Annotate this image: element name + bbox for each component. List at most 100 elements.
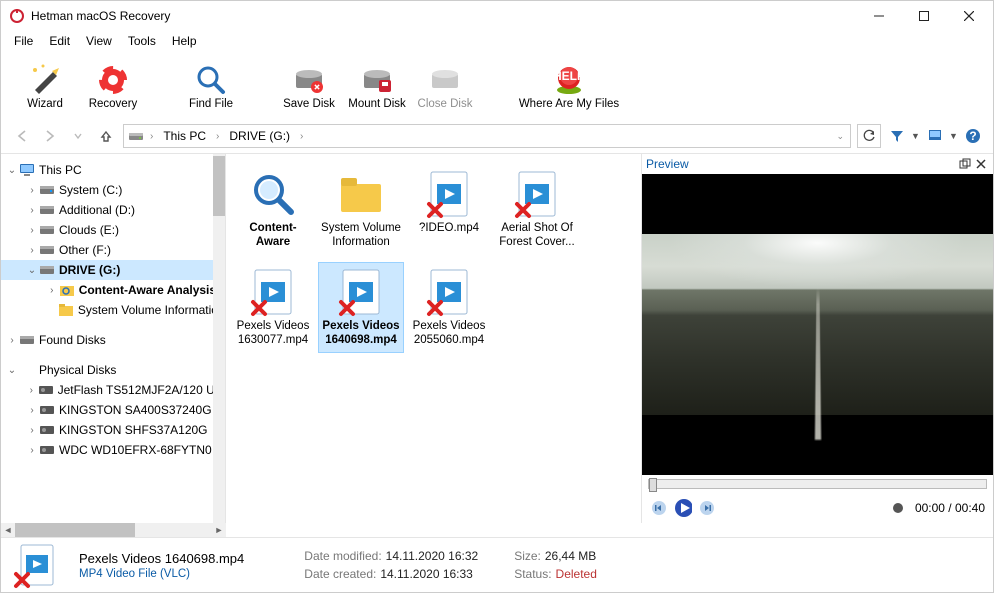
filter-dropdown[interactable]: ▼: [911, 131, 921, 141]
video-preview[interactable]: [642, 174, 993, 475]
tree-other-f[interactable]: › Other (F:): [1, 240, 213, 260]
tool-mount-disk[interactable]: Mount Disk: [343, 57, 411, 117]
tree-physical-disk[interactable]: › WDC WD10EFRX-68FYTN0: [1, 440, 213, 460]
tree-physical-disk[interactable]: › KINGSTON SHFS37A120G: [1, 420, 213, 440]
nav-forward-button[interactable]: [39, 125, 61, 147]
preview-pane: Preview 00:00 / 00:40: [641, 154, 993, 523]
help-button[interactable]: ?: [963, 126, 983, 146]
folder-icon: [58, 302, 74, 318]
file-item-sys-vol[interactable]: System Volume Information: [318, 164, 404, 256]
search-icon: [248, 169, 298, 219]
tree-found-disks[interactable]: › Found Disks: [1, 330, 213, 350]
tree-label: Clouds (E:): [59, 223, 119, 237]
view-tools: ▼ ▼ ?: [887, 126, 983, 146]
menu-edit[interactable]: Edit: [41, 32, 78, 50]
refresh-button[interactable]: [857, 124, 881, 148]
seek-thumb[interactable]: [649, 478, 657, 492]
filter-button[interactable]: [887, 126, 907, 146]
status-file-info: Pexels Videos 1640698.mp4 MP4 Video File…: [79, 551, 244, 580]
breadcrumb-this-pc[interactable]: This PC: [159, 129, 210, 143]
status-key: Date created:: [304, 567, 376, 581]
tree-physical-disk[interactable]: › KINGSTON SA400S37240G: [1, 400, 213, 420]
h-scrollbar-thumb[interactable]: [15, 523, 135, 537]
tree-this-pc[interactable]: ⌄ This PC: [1, 160, 213, 180]
scrollbar-thumb[interactable]: [213, 156, 225, 216]
file-item-video-selected[interactable]: Pexels Videos 1640698.mp4: [318, 262, 404, 353]
file-item-video[interactable]: Aerial Shot Of Forest Cover...: [494, 164, 580, 256]
tool-save-disk[interactable]: Save Disk: [275, 57, 343, 117]
close-preview-icon[interactable]: [973, 156, 989, 172]
record-button[interactable]: [889, 499, 907, 517]
tree-clouds-e[interactable]: › Clouds (E:): [1, 220, 213, 240]
status-file-name: Pexels Videos 1640698.mp4: [79, 551, 244, 566]
file-item-content-aware[interactable]: Content-Aware Analysis: [230, 164, 316, 256]
status-file-type[interactable]: MP4 Video File (VLC): [79, 568, 244, 580]
view-mode-button[interactable]: [925, 126, 945, 146]
content: Content-Aware Analysis System Volume Inf…: [226, 154, 993, 523]
tool-wizard[interactable]: Wizard: [11, 57, 79, 117]
tool-find-file[interactable]: Find File: [177, 57, 245, 117]
menu-file[interactable]: File: [6, 32, 41, 50]
chevron-right-icon: ›: [298, 131, 305, 142]
file-label: System Volume Information: [321, 221, 401, 250]
tree-label: Content-Aware Analysis: [79, 283, 213, 297]
file-item-video[interactable]: Pexels Videos 2055060.mp4: [406, 262, 492, 353]
close-button[interactable]: [946, 1, 991, 31]
sidebar-h-scrollbar[interactable]: ◄ ►: [1, 523, 226, 537]
preview-title: Preview: [646, 157, 957, 171]
next-button[interactable]: [698, 499, 716, 517]
maximize-button[interactable]: [901, 1, 946, 31]
deleted-x-icon: [13, 571, 31, 589]
address-bar[interactable]: › This PC › DRIVE (G:) › ⌄: [123, 124, 851, 148]
close-disk-icon: [429, 64, 461, 96]
tree-additional-d[interactable]: › Additional (D:): [1, 200, 213, 220]
file-item-video[interactable]: Pexels Videos 1630077.mp4: [230, 262, 316, 353]
tree-label: System (C:): [59, 183, 122, 197]
hdd-icon: [38, 382, 54, 398]
tree-label: JetFlash TS512MJF2A/120 USB: [58, 383, 213, 397]
nav-up-button[interactable]: [95, 125, 117, 147]
nav-back-button[interactable]: [11, 125, 33, 147]
popout-icon[interactable]: [957, 156, 973, 172]
recovery-icon: [97, 64, 129, 96]
tree-content-aware[interactable]: › Content-Aware Analysis: [1, 280, 213, 300]
tree-drive-g[interactable]: ⌄ DRIVE (G:): [1, 260, 213, 280]
svg-text:HELP: HELP: [553, 69, 585, 83]
minimize-button[interactable]: [856, 1, 901, 31]
menu-view[interactable]: View: [78, 32, 120, 50]
tree-label: Physical Disks: [39, 363, 116, 377]
prev-button[interactable]: [650, 499, 668, 517]
status-value: 14.11.2020 16:33: [380, 567, 473, 581]
view-mode-dropdown[interactable]: ▼: [949, 131, 959, 141]
deleted-x-icon: [338, 299, 356, 317]
chevron-down-icon[interactable]: ⌄: [834, 131, 846, 142]
breadcrumb-drive[interactable]: DRIVE (G:): [225, 129, 294, 143]
tree-sys-vol[interactable]: › System Volume Information: [1, 300, 213, 320]
hdd-icon: [39, 442, 55, 458]
play-button[interactable]: [674, 499, 692, 517]
folder-icon: [336, 169, 386, 219]
tool-where-are-my-files[interactable]: HELP Where Are My Files: [509, 57, 629, 117]
mount-disk-icon: [361, 64, 393, 96]
sidebar: ⌄ This PC › System (C:) › Additional (D:…: [1, 154, 226, 523]
file-item-video[interactable]: ?IDEO.mp4: [406, 164, 492, 256]
tree-system-c[interactable]: › System (C:): [1, 180, 213, 200]
tree-label: Additional (D:): [59, 203, 135, 217]
sidebar-scrollbar[interactable]: [213, 154, 225, 523]
chevron-right-icon: ›: [148, 131, 155, 142]
tool-recovery[interactable]: Recovery: [79, 57, 147, 117]
status-value: 26,44 MB: [545, 549, 596, 563]
file-grid[interactable]: Content-Aware Analysis System Volume Inf…: [226, 154, 641, 523]
seek-bar[interactable]: [642, 475, 993, 493]
tree-physical-disk[interactable]: › JetFlash TS512MJF2A/120 USB: [1, 380, 213, 400]
deleted-x-icon: [426, 299, 444, 317]
tool-save-disk-label: Save Disk: [283, 98, 335, 110]
video-file-icon: [512, 169, 562, 219]
menu-tools[interactable]: Tools: [120, 32, 164, 50]
menu-help[interactable]: Help: [164, 32, 205, 50]
tool-close-disk-label: Close Disk: [418, 98, 473, 110]
nav-history-dropdown[interactable]: [67, 125, 89, 147]
deleted-x-icon: [426, 201, 444, 219]
folder-tree[interactable]: ⌄ This PC › System (C:) › Additional (D:…: [1, 154, 213, 523]
tree-physical-disks[interactable]: ⌄ Physical Disks: [1, 360, 213, 380]
